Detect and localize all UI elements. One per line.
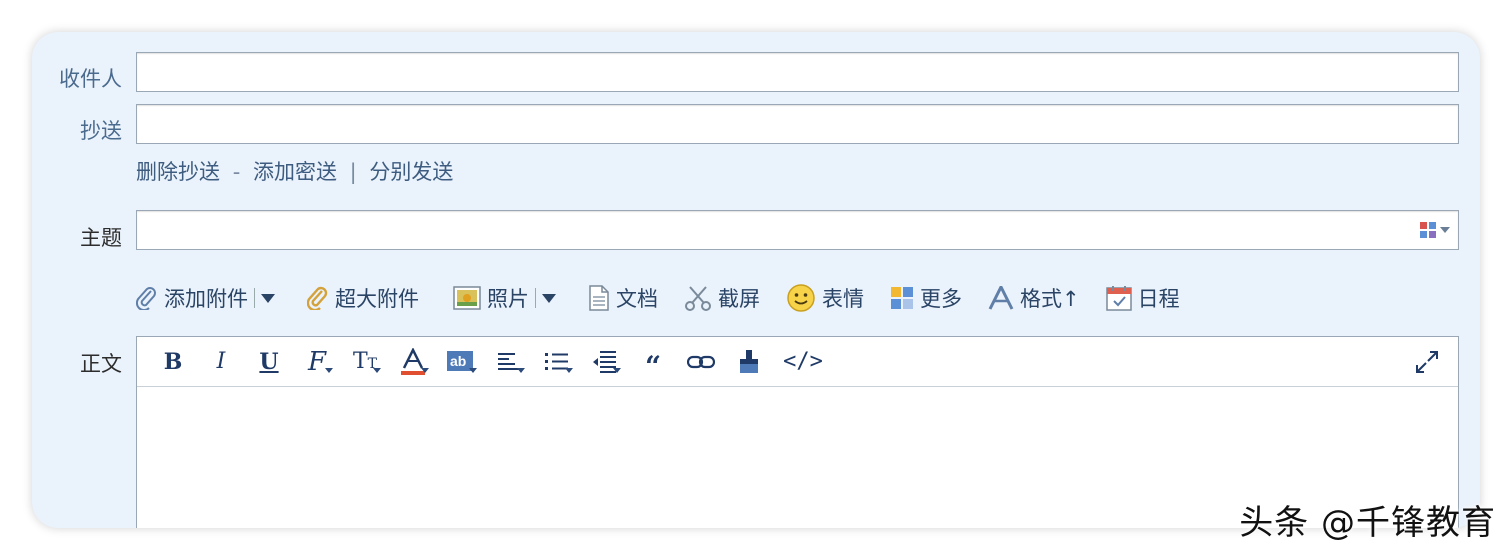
chain-link-icon <box>687 355 715 368</box>
emoji-label: 表情 <box>822 287 864 311</box>
template-icon <box>1420 222 1436 238</box>
separator: | <box>349 160 357 184</box>
editor-toolbar: B I U F TT ab “ </> <box>137 337 1458 387</box>
emoji-button[interactable]: 表情 <box>786 283 864 313</box>
highlight-icon[interactable]: ab <box>437 346 485 378</box>
document-button[interactable]: 文档 <box>588 283 658 313</box>
divider <box>535 288 536 308</box>
link-icon[interactable] <box>677 346 725 378</box>
expand-editor-button[interactable] <box>1414 349 1440 379</box>
separator: - <box>232 160 241 184</box>
html-source-icon[interactable]: </> <box>773 346 833 378</box>
more-button[interactable]: 更多 <box>890 283 962 313</box>
more-label: 更多 <box>920 287 962 311</box>
font-size-icon[interactable]: TT <box>341 346 389 378</box>
format-brush-icon[interactable] <box>725 346 773 378</box>
paperclip-icon <box>136 287 156 310</box>
large-attachment-button[interactable]: 超大附件 <box>307 283 419 313</box>
schedule-button[interactable]: 日程 <box>1105 283 1180 313</box>
brush-icon <box>740 349 758 373</box>
photo-button[interactable]: 照片 <box>453 283 562 313</box>
format-a-icon <box>988 286 1014 310</box>
send-separately-link[interactable]: 分别发送 <box>369 160 453 184</box>
add-attachment-dropdown[interactable] <box>254 288 281 308</box>
calendar-icon <box>1105 286 1132 311</box>
cc-field[interactable] <box>136 104 1459 144</box>
divider <box>254 288 255 308</box>
format-label: 格式↑ <box>1020 287 1080 311</box>
font-family-icon[interactable]: F <box>293 346 341 378</box>
smiley-icon <box>787 284 815 312</box>
screenshot-label: 截屏 <box>718 287 760 311</box>
cc-actions: 删除抄送 - 添加密送 | 分别发送 <box>136 156 453 186</box>
subject-template-button[interactable] <box>1420 222 1450 238</box>
cc-label: 抄送 <box>80 119 122 143</box>
subject-field[interactable] <box>136 210 1459 250</box>
to-field[interactable] <box>136 52 1459 92</box>
expand-arrows-icon <box>1416 351 1438 373</box>
indent-icon[interactable] <box>581 346 629 378</box>
body-label: 正文 <box>80 352 122 376</box>
add-bcc-link[interactable]: 添加密送 <box>253 160 337 184</box>
scissors-icon <box>685 286 711 311</box>
font-color-icon[interactable] <box>389 346 437 378</box>
add-attachment-label: 添加附件 <box>164 287 248 311</box>
screenshot-button[interactable]: 截屏 <box>684 283 760 313</box>
large-attachment-label: 超大附件 <box>335 287 419 311</box>
chevron-down-icon <box>542 293 556 303</box>
chevron-down-icon <box>1440 227 1450 233</box>
subject-label: 主题 <box>80 226 122 250</box>
remove-cc-link[interactable]: 删除抄送 <box>136 160 220 184</box>
watermark: 头条 @千锋教育 <box>1239 503 1496 543</box>
svg-text:ab: ab <box>450 353 466 369</box>
format-button[interactable]: 格式↑ <box>988 283 1080 313</box>
to-label: 收件人 <box>59 67 122 91</box>
photo-label: 照片 <box>487 287 529 311</box>
attachment-toolbar: 添加附件 超大附件 照片 文档 截屏 表情 更多 格式↑ 日程 <box>136 282 1206 314</box>
chevron-down-icon <box>261 293 275 303</box>
photo-icon <box>453 286 481 310</box>
paperclip-gold-icon <box>307 286 328 310</box>
underline-icon[interactable]: U <box>245 346 293 378</box>
photo-dropdown[interactable] <box>535 288 562 308</box>
align-icon[interactable] <box>485 346 533 378</box>
italic-icon[interactable]: I <box>197 346 245 378</box>
compose-panel: 收件人 抄送 删除抄送 - 添加密送 | 分别发送 主题 添加附件 超大附件 照… <box>32 32 1480 528</box>
quote-icon[interactable]: “ <box>629 346 677 380</box>
document-icon <box>589 285 609 311</box>
list-icon[interactable] <box>533 346 581 378</box>
add-attachment-button[interactable]: 添加附件 <box>136 283 281 313</box>
schedule-label: 日程 <box>1137 287 1180 311</box>
document-label: 文档 <box>616 287 658 311</box>
bold-icon[interactable]: B <box>149 346 197 378</box>
grid-icon <box>891 287 913 309</box>
